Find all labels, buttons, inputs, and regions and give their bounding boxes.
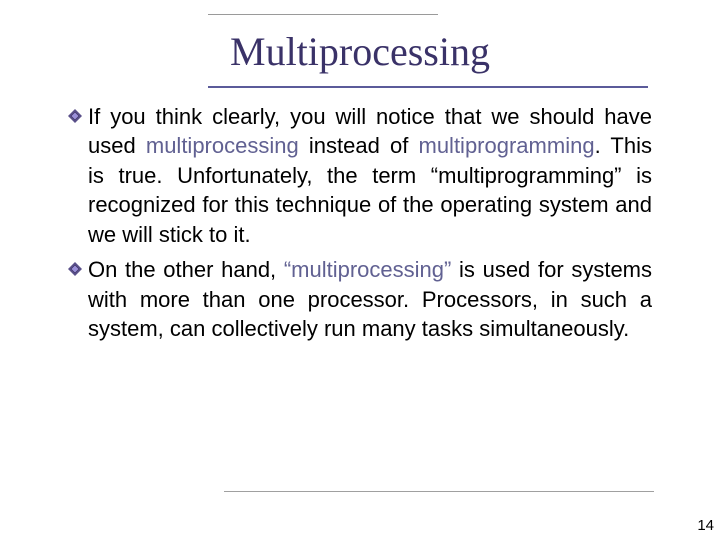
keyword: multiprogramming [419, 133, 595, 158]
text-segment: instead of [299, 133, 419, 158]
text-segment: On the other hand, [88, 257, 284, 282]
diamond-bullet-icon [68, 109, 82, 123]
bullet-item: On the other hand, “multiprocessing” is … [68, 255, 652, 343]
bullet-item: If you think clearly, you will notice th… [68, 102, 652, 249]
slide-body: If you think clearly, you will notice th… [68, 102, 652, 350]
title-rule-bottom [208, 86, 648, 88]
diamond-bullet-icon [68, 262, 82, 276]
slide: Multiprocessing If you think clearly, yo… [0, 0, 720, 540]
footer-rule [224, 491, 654, 492]
title-rule-top [208, 14, 438, 15]
keyword: “multiprocessing” [284, 257, 452, 282]
bullet-text: On the other hand, “multiprocessing” is … [88, 255, 652, 343]
bullet-text: If you think clearly, you will notice th… [88, 102, 652, 249]
page-number: 14 [697, 517, 714, 534]
keyword: multiprocessing [146, 133, 299, 158]
slide-title: Multiprocessing [0, 28, 720, 75]
